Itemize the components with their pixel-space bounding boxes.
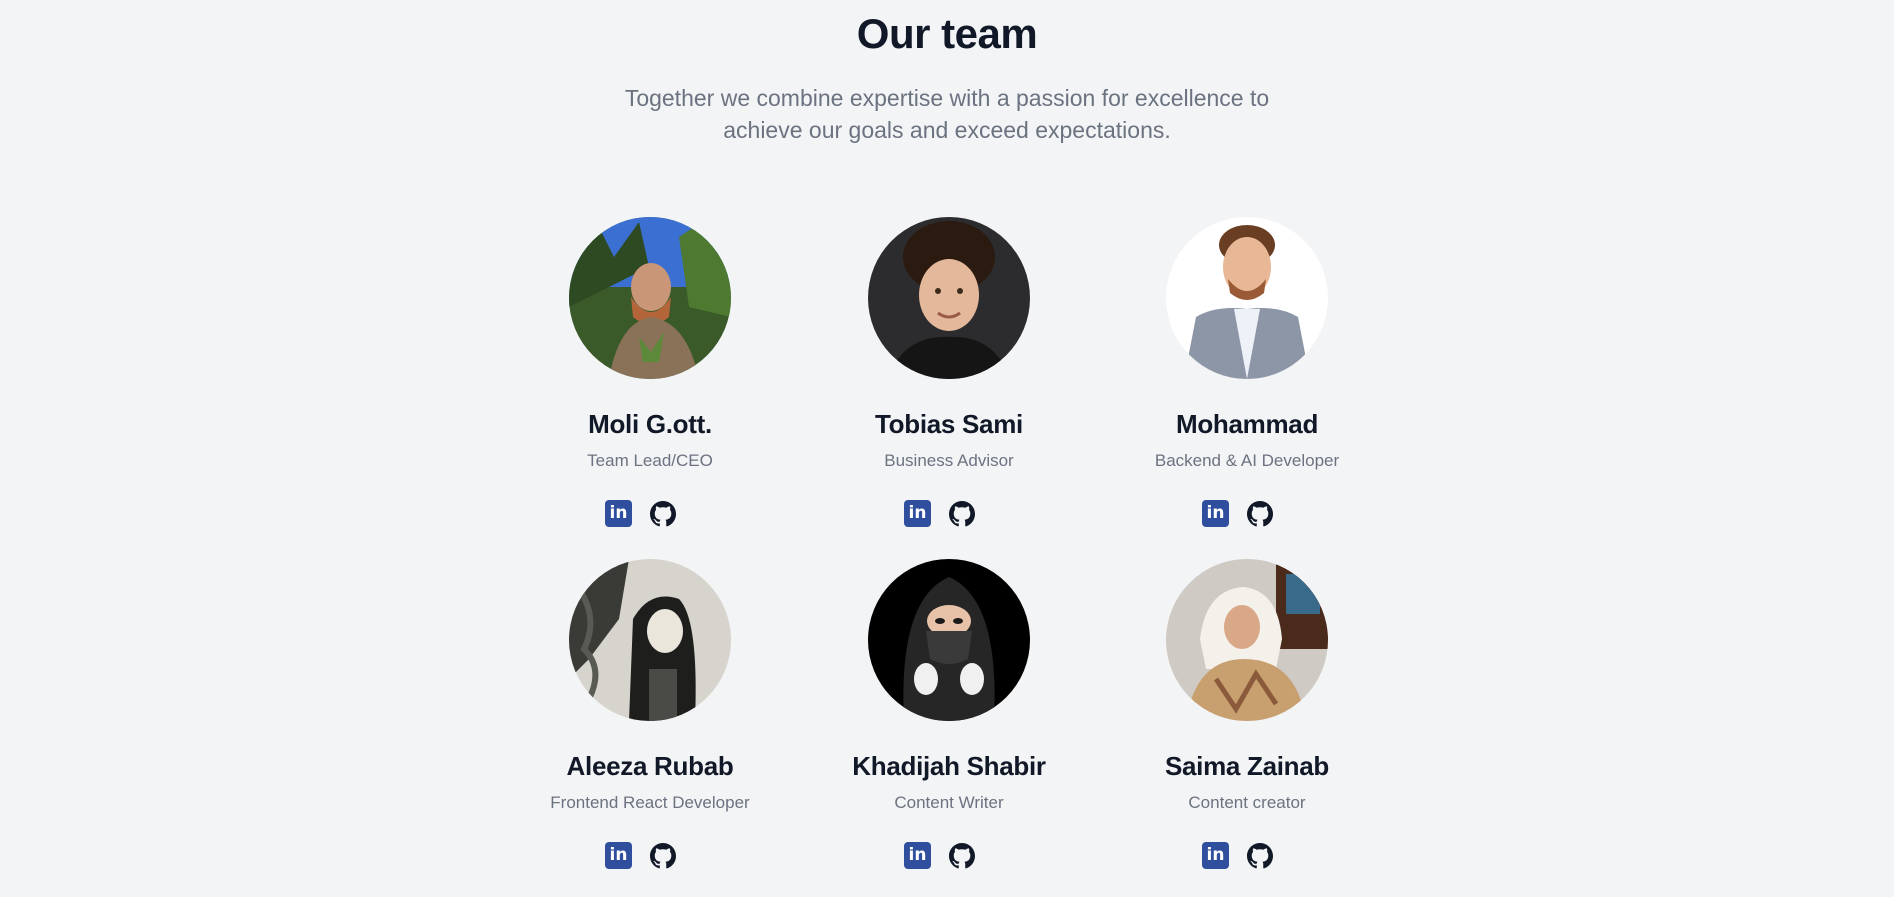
member-name: Saima Zainab bbox=[1164, 751, 1330, 781]
team-section: Our team Together we combine expertise w… bbox=[0, 0, 1894, 897]
github-link[interactable] bbox=[949, 500, 977, 528]
linkedin-icon: in bbox=[1202, 500, 1229, 527]
linkedin-icon: in bbox=[605, 842, 632, 869]
linkedin-link[interactable]: in bbox=[1202, 500, 1230, 528]
github-icon bbox=[650, 843, 676, 869]
member-role: Frontend React Developer bbox=[550, 793, 750, 812]
github-link[interactable] bbox=[650, 842, 678, 870]
github-link[interactable] bbox=[650, 500, 678, 528]
github-icon bbox=[949, 843, 975, 869]
member-photo bbox=[569, 559, 731, 721]
github-link[interactable] bbox=[1247, 500, 1275, 528]
member-name: Khadijah Shabir bbox=[852, 751, 1046, 781]
social-links: in bbox=[799, 500, 1099, 528]
linkedin-link[interactable]: in bbox=[904, 500, 932, 528]
social-links: in bbox=[500, 500, 800, 528]
github-icon bbox=[949, 501, 975, 527]
github-link[interactable] bbox=[949, 842, 977, 870]
social-links: in bbox=[500, 842, 800, 870]
member-name: Moli G.ott. bbox=[588, 409, 712, 439]
linkedin-link[interactable]: in bbox=[904, 842, 932, 870]
github-icon bbox=[650, 501, 676, 527]
member-name: Aleeza Rubab bbox=[566, 751, 734, 781]
member-photo bbox=[1166, 559, 1328, 721]
linkedin-icon: in bbox=[904, 500, 931, 527]
member-role: Backend & AI Developer bbox=[1154, 451, 1340, 470]
linkedin-link[interactable]: in bbox=[605, 842, 633, 870]
section-subtitle: Together we combine expertise with a pas… bbox=[624, 85, 1270, 143]
linkedin-icon: in bbox=[605, 500, 632, 527]
member-role: Team Lead/CEO bbox=[587, 451, 713, 470]
social-links: in bbox=[799, 842, 1099, 870]
member-photo bbox=[868, 559, 1030, 721]
member-role: Content creator bbox=[1188, 793, 1306, 812]
member-photo bbox=[1166, 217, 1328, 379]
linkedin-link[interactable]: in bbox=[1202, 842, 1230, 870]
member-name: Mohammad bbox=[1175, 409, 1319, 439]
member-photo bbox=[868, 217, 1030, 379]
member-role: Business Advisor bbox=[884, 451, 1014, 470]
github-icon bbox=[1247, 501, 1273, 527]
linkedin-icon: in bbox=[1202, 842, 1229, 869]
member-name: Tobias Sami bbox=[875, 409, 1023, 439]
linkedin-icon: in bbox=[904, 842, 931, 869]
member-photo bbox=[569, 217, 731, 379]
github-icon bbox=[1247, 843, 1273, 869]
linkedin-link[interactable]: in bbox=[605, 500, 633, 528]
social-links: in bbox=[1097, 500, 1397, 528]
section-title: Our team bbox=[856, 10, 1038, 57]
social-links: in bbox=[1097, 842, 1397, 870]
github-link[interactable] bbox=[1247, 842, 1275, 870]
member-role: Content Writer bbox=[894, 793, 1004, 812]
